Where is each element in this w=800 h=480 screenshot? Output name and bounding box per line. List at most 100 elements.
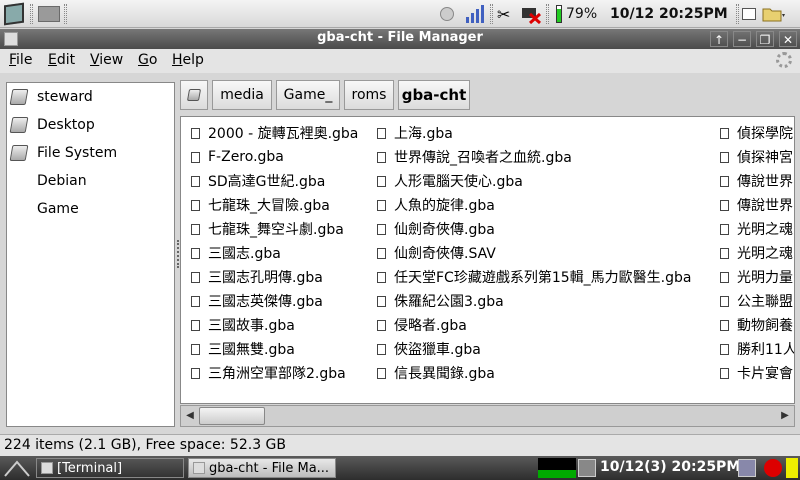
file-item[interactable]: 世界傳說_召喚者之血統.gba <box>377 146 572 168</box>
desktop-drive-icon <box>9 117 29 133</box>
path-crumb-gba-cht[interactable]: gba-cht <box>398 80 470 110</box>
menu-help[interactable]: Help <box>172 52 204 68</box>
panel-clock[interactable]: 10/12 20:25PM <box>610 3 728 25</box>
taskbar-clock[interactable]: 10/12(3) 20:25PM <box>600 459 740 475</box>
file-icon <box>377 151 386 163</box>
sidebar-item-label: Game <box>37 201 79 217</box>
file-item[interactable]: 傳說世界 <box>720 170 793 192</box>
menu-file[interactable]: File <box>9 52 32 68</box>
root-drive-icon <box>186 89 202 101</box>
sidebar-item-label: File System <box>37 145 118 161</box>
file-item[interactable]: 仙劍奇俠傳.SAV <box>377 242 496 264</box>
task-file-manager[interactable]: gba-cht - File Ma... <box>188 458 336 478</box>
sidebar-item-filesystem[interactable]: File System <box>9 142 118 164</box>
file-item[interactable]: 七龍珠_舞空斗劇.gba <box>191 218 344 240</box>
restore-button[interactable]: ❐ <box>756 31 774 47</box>
file-icon <box>720 319 729 331</box>
file-item[interactable]: 仙劍奇俠傳.gba <box>377 218 495 240</box>
file-icon <box>191 223 200 235</box>
close-button[interactable]: ✕ <box>779 31 797 47</box>
file-item[interactable]: F-Zero.gba <box>191 146 284 168</box>
file-item[interactable]: 三國無雙.gba <box>191 338 295 360</box>
file-list[interactable]: 2000 - 旋轉瓦裡奧.gba F-Zero.gba SD高達G世紀.gba … <box>180 116 795 404</box>
file-item[interactable]: 三國志孔明傳.gba <box>191 266 323 288</box>
power-icon[interactable] <box>764 459 782 477</box>
scroll-left-arrow-icon[interactable]: ◀ <box>182 408 198 424</box>
file-item[interactable]: 三國志.gba <box>191 242 281 264</box>
file-item[interactable]: 信長異聞錄.gba <box>377 362 495 384</box>
file-item[interactable]: 七龍珠_大冒險.gba <box>191 194 330 216</box>
up-button[interactable]: ↑ <box>710 31 728 47</box>
filesystem-drive-icon <box>9 145 29 161</box>
file-icon <box>191 151 200 163</box>
file-item[interactable]: 侵略者.gba <box>377 314 467 336</box>
horizontal-scrollbar[interactable]: ◀ ▶ <box>180 405 795 427</box>
path-crumb-game[interactable]: Game_ <box>276 80 340 110</box>
network-disconnected-icon[interactable] <box>520 3 542 25</box>
file-item[interactable]: 人魚的旋律.gba <box>377 194 495 216</box>
file-item[interactable]: 上海.gba <box>377 122 453 144</box>
places-folder-icon[interactable] <box>762 3 786 25</box>
app-menu-cube-icon[interactable] <box>4 2 24 26</box>
file-item[interactable]: 三國志英傑傳.gba <box>191 290 323 312</box>
file-icon <box>191 127 200 139</box>
indicator-icon <box>786 458 798 478</box>
sidebar-item-steward[interactable]: steward <box>9 86 93 108</box>
window-title-bar[interactable]: gba-cht - File Manager ↑ − ❐ ✕ <box>0 29 800 49</box>
panel-separator <box>546 3 549 25</box>
file-icon <box>191 343 200 355</box>
sidebar-item-debian[interactable]: Debian <box>37 170 87 192</box>
file-icon <box>720 271 729 283</box>
file-item[interactable]: 偵探學院 <box>720 122 793 144</box>
scroll-right-arrow-icon[interactable]: ▶ <box>777 408 793 424</box>
user-switch-icon[interactable] <box>738 459 756 477</box>
file-item[interactable]: 光明之魂 <box>720 242 793 264</box>
menu-go[interactable]: Go <box>138 52 157 68</box>
menu-edit[interactable]: Edit <box>48 52 75 68</box>
file-item[interactable]: 卡片宴會 <box>720 362 793 384</box>
folder-launcher-icon[interactable] <box>38 3 60 25</box>
path-root-button[interactable] <box>180 80 208 110</box>
file-item[interactable]: 偵探神宮 <box>720 146 793 168</box>
file-item[interactable]: 人形電腦天使心.gba <box>377 170 523 192</box>
file-item[interactable]: 俠盜獵車.gba <box>377 338 481 360</box>
file-icon <box>377 343 386 355</box>
file-item[interactable]: 動物飼養 <box>720 314 793 336</box>
file-icon <box>377 175 386 187</box>
file-item[interactable]: 公主聯盟 <box>720 290 793 312</box>
menu-view[interactable]: View <box>90 52 123 68</box>
sidebar-item-label: steward <box>37 89 93 105</box>
screenshot-icon[interactable] <box>578 459 596 477</box>
file-item[interactable]: 三角洲空軍部隊2.gba <box>191 362 346 384</box>
wifi-signal-icon[interactable] <box>464 3 486 25</box>
window-title: gba-cht - File Manager <box>317 30 483 45</box>
minimize-button[interactable]: − <box>733 31 751 47</box>
tools-icon[interactable]: ✂ <box>497 3 510 25</box>
file-item[interactable]: 任天堂FC珍藏遊戲系列第15輯_馬力歐醫生.gba <box>377 266 691 288</box>
file-icon <box>377 223 386 235</box>
file-item[interactable]: 三國故事.gba <box>191 314 295 336</box>
sidebar-item-label: Debian <box>37 173 87 189</box>
file-item[interactable]: 侏羅紀公園3.gba <box>377 290 504 312</box>
file-item[interactable]: 勝利11人 <box>720 338 794 360</box>
path-crumb-roms[interactable]: roms <box>344 80 394 110</box>
file-item[interactable]: 傳說世界 <box>720 194 793 216</box>
start-menu-icon[interactable] <box>4 459 30 477</box>
status-bar: 224 items (2.1 GB), Free space: 52.3 GB <box>0 434 800 456</box>
battery-icon <box>556 3 562 25</box>
panel-separator <box>736 3 739 25</box>
file-icon <box>377 127 386 139</box>
file-item[interactable]: 光明力量 <box>720 266 793 288</box>
circle-icon[interactable] <box>440 3 454 25</box>
sidebar-item-game[interactable]: Game <box>37 198 79 220</box>
window-list-icon[interactable] <box>742 3 756 25</box>
scrollbar-thumb[interactable] <box>199 407 265 425</box>
sidebar-item-desktop[interactable]: Desktop <box>9 114 95 136</box>
home-drive-icon <box>9 89 29 105</box>
path-crumb-media[interactable]: media <box>212 80 272 110</box>
file-icon <box>720 127 729 139</box>
file-item[interactable]: 光明之魂 <box>720 218 793 240</box>
file-item[interactable]: SD高達G世紀.gba <box>191 170 325 192</box>
task-terminal[interactable]: [Terminal] <box>36 458 184 478</box>
file-item[interactable]: 2000 - 旋轉瓦裡奧.gba <box>191 122 358 144</box>
